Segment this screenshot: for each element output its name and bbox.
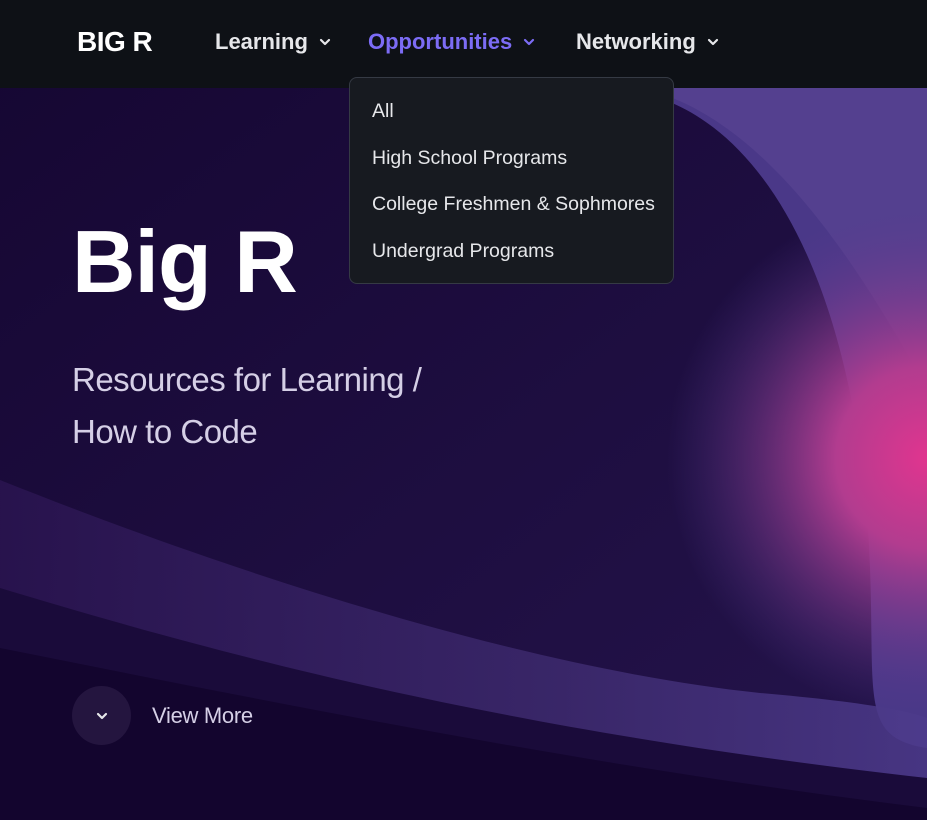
brand-logo[interactable]: BIG R	[77, 26, 153, 58]
nav-opportunities-label: Opportunities	[368, 29, 513, 54]
view-more-circle[interactable]	[72, 686, 131, 745]
chevron-down-icon	[524, 38, 535, 46]
dropdown-item-undergrad-programs[interactable]: Undergrad Programs	[350, 228, 673, 275]
nav-opportunities[interactable]: Opportunities	[368, 29, 536, 55]
hero-subtitle: Resources for Learning / How to Code	[72, 354, 492, 458]
hero-subtitle-line1: Resources for Learning /	[72, 361, 422, 398]
nav-learning-label: Learning	[215, 29, 308, 54]
page: BIG R Learning Opportunities Networking	[0, 0, 927, 820]
nav-networking-label: Networking	[576, 29, 696, 54]
chevron-down-icon	[707, 38, 718, 46]
chevron-down-icon	[96, 712, 107, 719]
dropdown-item-college-freshmen-sophmores[interactable]: College Freshmen & Sophmores	[350, 181, 673, 228]
nav-learning[interactable]: Learning	[215, 29, 332, 55]
hero-subtitle-line2: How to Code	[72, 413, 258, 450]
view-more-label: View More	[152, 702, 253, 728]
top-navbar: BIG R Learning Opportunities Networking	[0, 0, 927, 88]
chevron-down-icon	[319, 38, 331, 46]
dropdown-item-all[interactable]: All	[350, 88, 673, 135]
dropdown-item-high-school-programs[interactable]: High School Programs	[350, 135, 673, 182]
view-more-button[interactable]: View More	[72, 686, 253, 745]
nav-networking[interactable]: Networking	[576, 29, 720, 55]
opportunities-dropdown-menu: All High School Programs College Freshme…	[349, 77, 674, 284]
hero-title: Big R	[72, 212, 298, 311]
